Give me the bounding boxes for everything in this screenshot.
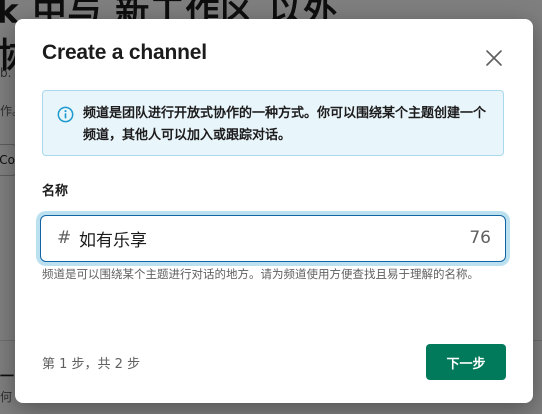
close-button[interactable]: [481, 45, 507, 71]
info-text: 频道是团队进行开放式协作的一种方式。你可以围绕某个主题创建一个频道，其他人可以加…: [83, 106, 487, 143]
create-channel-dialog: Create a channel 频道是团队进行开放式协作的一种方式。你可以围绕…: [15, 19, 533, 403]
channel-name-input[interactable]: [79, 224, 449, 252]
close-icon: [486, 50, 502, 66]
info-banner: 频道是团队进行开放式协作的一种方式。你可以围绕某个主题创建一个频道，其他人可以加…: [42, 90, 504, 156]
info-icon: [57, 106, 74, 123]
hash-icon: #: [57, 228, 72, 248]
step-indicator: 第 1 步，共 2 步: [42, 357, 141, 372]
name-field-label: 名称: [42, 184, 69, 199]
name-helper-text: 频道是可以围绕某个主题进行对话的地方。请为频道使用方便查找且易于理解的名称。: [42, 267, 479, 281]
character-count: 76: [469, 228, 491, 248]
channel-name-field[interactable]: # 76: [40, 215, 506, 262]
dialog-title: Create a channel: [42, 41, 207, 64]
next-button[interactable]: 下一步: [426, 344, 506, 380]
